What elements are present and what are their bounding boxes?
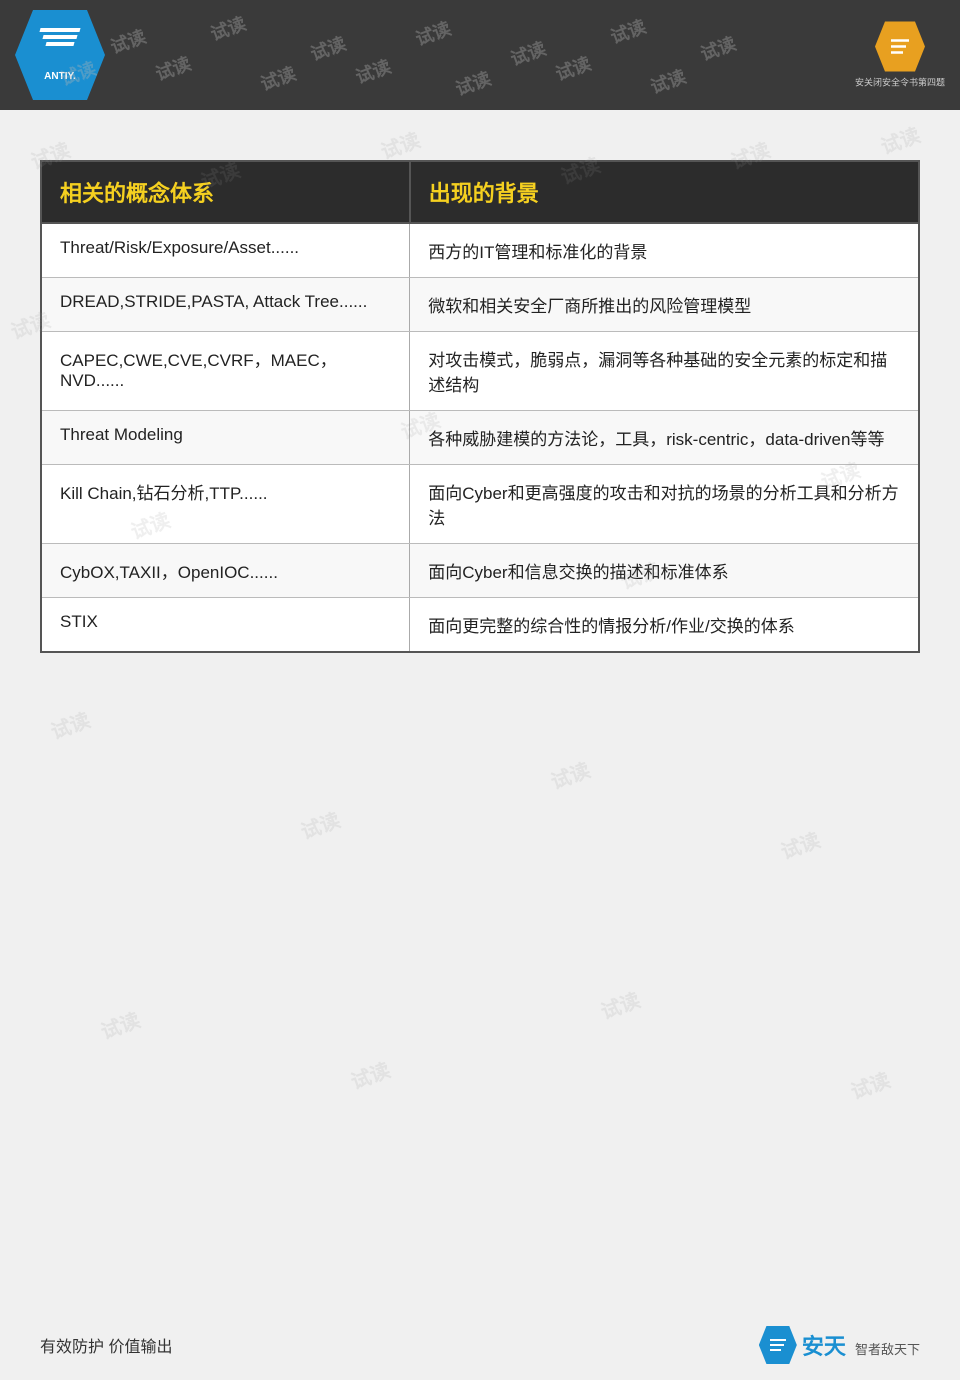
table-cell-col1: CAPEC,CWE,CVE,CVRF，MAEC，NVD...... xyxy=(41,332,410,411)
table-cell-col2: 微软和相关安全厂商所推出的风险管理模型 xyxy=(410,278,919,332)
footer-brand-name: 安天 智者敌天下 xyxy=(802,1329,920,1361)
table-row: CAPEC,CWE,CVE,CVRF，MAEC，NVD......对攻击模式，脆… xyxy=(41,332,919,411)
header: ANTIY. 试读 试读 试读 试读 试读 试读 试读 试读 试读 试读 试读 … xyxy=(0,0,960,110)
wm11: 试读 xyxy=(352,53,395,90)
body-wm6: 试读 xyxy=(876,119,924,160)
table-cell-col2: 对攻击模式，脆弱点，漏洞等各种基础的安全元素的标定和描述结构 xyxy=(410,332,919,411)
table-row: Threat Modeling各种威胁建模的方法论，工具，risk-centri… xyxy=(41,411,919,465)
footer-left-text: 有效防护 价值输出 xyxy=(40,1333,172,1357)
table-row: Threat/Risk/Exposure/Asset......西方的IT管理和… xyxy=(41,223,919,278)
wm9: 试读 xyxy=(152,50,195,87)
col2-header: 出现的背景 xyxy=(410,161,919,223)
header-right-logo: 安关闭安全令书第四题 xyxy=(855,22,945,89)
table-row: CybOX,TAXII，OpenIOC......面向Cyber和信息交换的描述… xyxy=(41,544,919,598)
table-cell-col1: STIX xyxy=(41,598,410,653)
main-table: 相关的概念体系 出现的背景 Threat/Risk/Exposure/Asset… xyxy=(40,160,920,653)
table-cell-col2: 各种威胁建模的方法论，工具，risk-centric，data-driven等等 xyxy=(410,411,919,465)
wm3: 试读 xyxy=(307,30,350,67)
table-cell-col2: 面向Cyber和信息交换的描述和标准体系 xyxy=(410,544,919,598)
wm10: 试读 xyxy=(257,60,300,97)
body-wm12: 试读 xyxy=(46,704,94,745)
header-logo: ANTIY. xyxy=(15,10,105,100)
table-cell-col1: Threat Modeling xyxy=(41,411,410,465)
body-wm19: 试读 xyxy=(846,1064,894,1105)
table-cell-col1: DREAD,STRIDE,PASTA, Attack Tree...... xyxy=(41,278,410,332)
table-cell-col2: 面向Cyber和更高强度的攻击和对抗的场景的分析工具和分析方法 xyxy=(410,465,919,544)
footer-right-logo: 安天 智者敌天下 xyxy=(759,1326,920,1364)
header-watermarks: 试读 试读 试读 试读 试读 试读 试读 试读 试读 试读 试读 试读 试读 试… xyxy=(0,0,960,110)
logo-text: ANTIY. xyxy=(44,71,76,82)
wm13: 试读 xyxy=(552,50,595,87)
body-wm3: 试读 xyxy=(376,124,424,165)
wm1: 试读 xyxy=(107,23,150,60)
table-row: DREAD,STRIDE,PASTA, Attack Tree......微软和… xyxy=(41,278,919,332)
wm12: 试读 xyxy=(452,65,495,102)
wm5: 试读 xyxy=(507,35,550,72)
table-row: Kill Chain,钻石分析,TTP......面向Cyber和更高强度的攻击… xyxy=(41,465,919,544)
footer-logo-hex xyxy=(759,1326,797,1364)
table-cell-col2: 面向更完整的综合性的情报分析/作业/交换的体系 xyxy=(410,598,919,653)
table-row: STIX面向更完整的综合性的情报分析/作业/交换的体系 xyxy=(41,598,919,653)
wm2: 试读 xyxy=(207,10,250,47)
body-wm16: 试读 xyxy=(96,1004,144,1045)
table-cell-col1: CybOX,TAXII，OpenIOC...... xyxy=(41,544,410,598)
wm6: 试读 xyxy=(607,13,650,50)
table-cell-col1: Threat/Risk/Exposure/Asset...... xyxy=(41,223,410,278)
table-cell-col2: 西方的IT管理和标准化的背景 xyxy=(410,223,919,278)
table-cell-col1: Kill Chain,钻石分析,TTP...... xyxy=(41,465,410,544)
wm7: 试读 xyxy=(697,30,740,67)
body-wm15: 试读 xyxy=(776,824,824,865)
wm14: 试读 xyxy=(647,63,690,100)
col1-header: 相关的概念体系 xyxy=(41,161,410,223)
right-logo-subtext: 安关闭安全令书第四题 xyxy=(855,76,945,89)
body-wm18: 试读 xyxy=(596,984,644,1025)
wm4: 试读 xyxy=(412,15,455,52)
body-wm14: 试读 xyxy=(546,754,594,795)
body-wm17: 试读 xyxy=(346,1054,394,1095)
body-wm13: 试读 xyxy=(296,804,344,845)
main-content: 试读 试读 试读 试读 试读 试读 试读 试读 试读 试读 试读 试读 试读 试… xyxy=(0,110,960,1290)
footer: 有效防护 价值输出 安天 智者敌天下 xyxy=(0,1310,960,1380)
right-logo-icon xyxy=(875,22,925,72)
